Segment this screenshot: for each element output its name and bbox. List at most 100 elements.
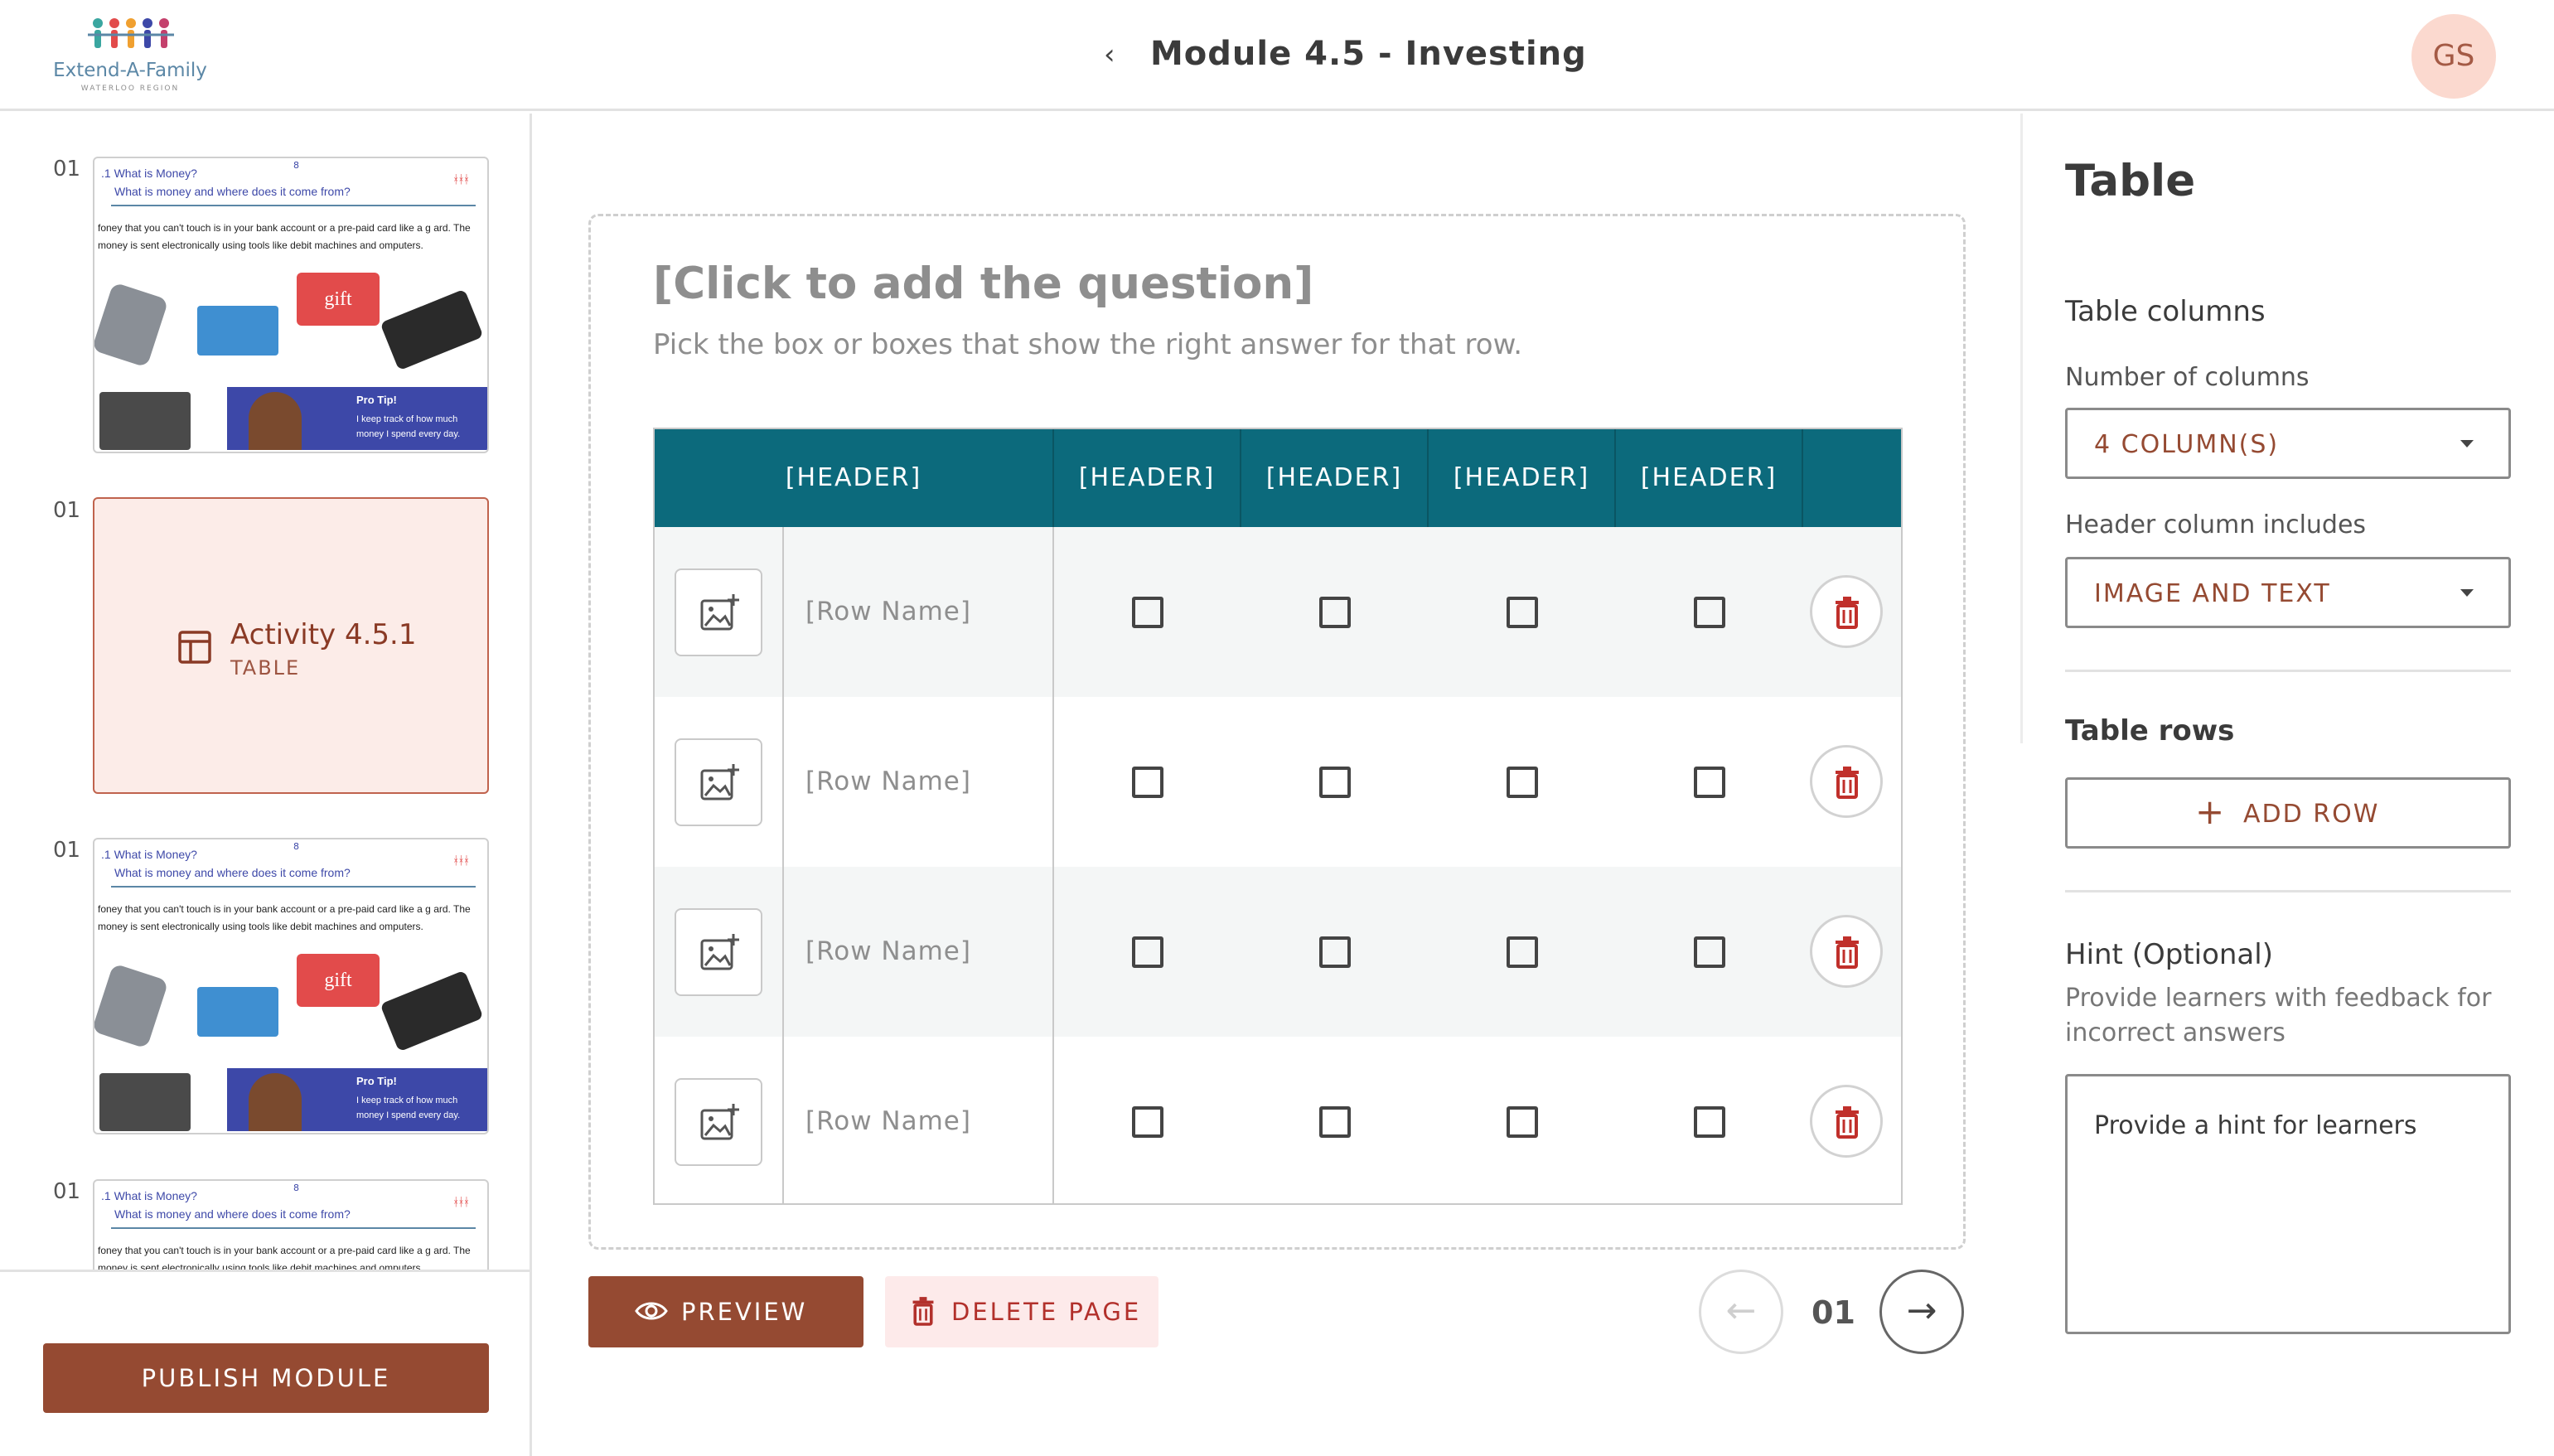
question-instructions[interactable]: Pick the box or boxes that show the righ…	[653, 328, 1522, 361]
publish-module-button[interactable]: PUBLISH MODULE	[43, 1343, 489, 1413]
card-terminal-image	[380, 288, 484, 371]
user-avatar[interactable]: GS	[2411, 14, 2496, 99]
row-name-input[interactable]: [Row Name]	[805, 1106, 971, 1136]
answer-checkbox[interactable]	[1507, 1106, 1538, 1138]
column-divider	[782, 527, 784, 1205]
person-image	[249, 1073, 302, 1131]
answer-checkbox[interactable]	[1319, 936, 1351, 968]
header-cell-row-label[interactable]: [HEADER]	[655, 429, 1052, 527]
table-row: [Row Name]	[655, 1037, 1901, 1207]
thumb-marker: 8	[293, 841, 299, 852]
table-row: [Row Name]	[655, 867, 1901, 1037]
question-title-input[interactable]: [Click to add the question]	[653, 259, 1313, 309]
pro-tip-banner: Pro Tip! I keep track of how much money …	[227, 1068, 487, 1131]
add-image-button[interactable]	[675, 908, 762, 996]
tip-title: Pro Tip!	[356, 394, 397, 406]
add-image-button[interactable]	[675, 568, 762, 656]
add-image-button[interactable]	[675, 1078, 762, 1166]
logo-text: Extend-A-Family	[53, 60, 207, 81]
header-cell[interactable]: [HEADER]	[1054, 429, 1240, 527]
delete-page-label: DELETE PAGE	[951, 1298, 1142, 1326]
card-terminal-image	[380, 970, 484, 1052]
trash-icon	[1836, 1106, 1859, 1139]
hint-help-text: Provide learners with feedback for incor…	[2065, 984, 2492, 1047]
page-number: 01	[53, 157, 81, 181]
current-page-number: 01	[1812, 1294, 1855, 1331]
answer-checkbox[interactable]	[1694, 1106, 1725, 1138]
hint-heading: Hint (Optional)	[2065, 938, 2273, 971]
thumb-marker: 8	[293, 1183, 299, 1193]
thumb-title: .1 What is Money?	[101, 167, 197, 180]
logo-subtext: WATERLOO REGION	[80, 85, 180, 93]
header-cell[interactable]: [HEADER]	[1429, 429, 1614, 527]
delete-row-button[interactable]	[1810, 915, 1883, 988]
answer-checkbox[interactable]	[1132, 1106, 1163, 1138]
header-cell[interactable]: [HEADER]	[1616, 429, 1802, 527]
thumb-body: foney that you can't touch is in your ba…	[98, 222, 471, 251]
table-row: [Row Name]	[655, 697, 1901, 867]
answer-checkbox[interactable]	[1132, 597, 1163, 628]
answer-checkbox[interactable]	[1507, 767, 1538, 798]
panel-divider	[2020, 114, 2023, 743]
page-number: 01	[53, 1179, 81, 1204]
thumb-subtitle: What is money and where does it come fro…	[114, 1207, 351, 1221]
thumb-title: .1 What is Money?	[101, 848, 197, 861]
back-chevron-icon[interactable]: ‹	[1104, 38, 1115, 71]
section-divider	[2065, 890, 2511, 892]
answer-checkbox[interactable]	[1694, 767, 1725, 798]
bank-card-image	[197, 987, 278, 1037]
tip-title: Pro Tip!	[356, 1075, 397, 1087]
answer-checkbox[interactable]	[1507, 597, 1538, 628]
number-of-columns-label: Number of columns	[2065, 363, 2310, 392]
answer-checkbox[interactable]	[1319, 1106, 1351, 1138]
page-thumbnail-active[interactable]: Activity 4.5.1 TABLE	[93, 497, 489, 794]
trash-icon	[1836, 936, 1859, 969]
tip-body: I keep track of how much money I spend e…	[356, 1096, 461, 1120]
page-thumbnail[interactable]: 8 .1 What is Money? What is money and wh…	[93, 1179, 489, 1270]
laptop-image	[99, 1073, 191, 1131]
thumb-logo-icon: ᚼᚼᚼ	[452, 854, 470, 868]
delete-row-button[interactable]	[1810, 745, 1883, 818]
previous-page-button[interactable]: ←	[1699, 1270, 1783, 1354]
header-cell[interactable]: [HEADER]	[1241, 429, 1427, 527]
answer-checkbox[interactable]	[1132, 767, 1163, 798]
number-of-columns-select[interactable]: 4 COLUMN(S)	[2065, 408, 2511, 479]
page-number: 01	[53, 838, 81, 863]
page-thumbnail[interactable]: 8 .1 What is Money? What is money and wh…	[93, 838, 489, 1134]
thumb-rule	[111, 886, 476, 888]
header-column-select[interactable]: IMAGE AND TEXT	[2065, 557, 2511, 628]
app-logo[interactable]: Extend-A-Family WATERLOO REGION	[51, 15, 209, 98]
answer-checkbox[interactable]	[1507, 936, 1538, 968]
tip-body: I keep track of how much money I spend e…	[356, 414, 461, 439]
answer-checkbox[interactable]	[1694, 936, 1725, 968]
row-name-input[interactable]: [Row Name]	[805, 936, 971, 966]
answer-checkbox[interactable]	[1132, 936, 1163, 968]
hint-placeholder: Provide a hint for learners	[2094, 1111, 2417, 1140]
thumb-logo-icon: ᚼᚼᚼ	[452, 173, 470, 186]
table-header-row: [HEADER] [HEADER] [HEADER] [HEADER] [HEA…	[655, 429, 1901, 527]
thumb-subtitle: What is money and where does it come fro…	[114, 185, 351, 198]
phone-image	[94, 963, 169, 1049]
dropdown-caret-icon	[2460, 589, 2474, 597]
preview-button[interactable]: PREVIEW	[588, 1276, 863, 1347]
add-image-button[interactable]	[675, 738, 762, 826]
delete-page-button[interactable]: DELETE PAGE	[885, 1276, 1158, 1347]
person-image	[249, 392, 302, 450]
hint-textarea[interactable]: Provide a hint for learners	[2065, 1074, 2511, 1334]
gift-card-image: gift	[297, 273, 380, 326]
page-thumbnail[interactable]: 8 .1 What is Money? What is money and wh…	[93, 157, 489, 453]
answer-checkbox[interactable]	[1319, 767, 1351, 798]
delete-row-button[interactable]	[1810, 1085, 1883, 1158]
thumb-body: foney that you can't touch is in your ba…	[98, 903, 471, 932]
next-page-button[interactable]: →	[1879, 1270, 1964, 1354]
add-row-button[interactable]: + ADD ROW	[2065, 777, 2511, 849]
table-row: [Row Name]	[655, 527, 1901, 697]
thumb-rule	[111, 1227, 476, 1229]
row-name-input[interactable]: [Row Name]	[805, 767, 971, 796]
table-icon	[178, 631, 211, 664]
answer-checkbox[interactable]	[1319, 597, 1351, 628]
page-list[interactable]: 01 8 .1 What is Money? What is money and…	[0, 114, 532, 1272]
answer-checkbox[interactable]	[1694, 597, 1725, 628]
row-name-input[interactable]: [Row Name]	[805, 597, 971, 626]
delete-row-button[interactable]	[1810, 575, 1883, 648]
